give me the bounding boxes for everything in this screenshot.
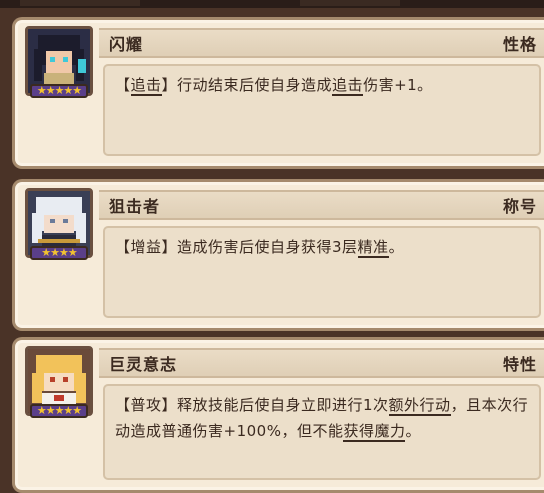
desc-text: 。 xyxy=(388,238,405,256)
desc-text: 【普攻】释放技能后使自身立即进行1次 xyxy=(115,396,389,414)
title-ribbon xyxy=(99,28,544,58)
trait-card-shining[interactable]: ★★★★★ 闪耀 性格 【追击】行动结束后使自身造成追击伤害+1。 xyxy=(12,17,544,169)
desc-text: 【增益】造成伤害后使自身获得3层 xyxy=(115,238,358,256)
trait-description: 【增益】造成伤害后使自身获得3层精准。 xyxy=(103,226,541,318)
keyword-link[interactable]: 追击 xyxy=(130,76,162,96)
desc-text: 】行动结束后使自身造成 xyxy=(161,76,333,94)
desc-text: 【 xyxy=(115,76,131,94)
desc-text: 伤害+1。 xyxy=(363,76,433,94)
top-strip-segment xyxy=(300,0,400,6)
keyword-link[interactable]: 额外行动 xyxy=(388,396,451,416)
keyword-link[interactable]: 精准 xyxy=(357,238,389,258)
keyword-link[interactable]: 获得魔力 xyxy=(343,422,406,442)
trait-name: 闪耀 xyxy=(109,35,144,54)
trait-category: 称号 xyxy=(502,197,537,216)
trait-category: 特性 xyxy=(502,355,537,374)
trait-card-sniper[interactable]: ★★★★ 狙击者 称号 【增益】造成伤害后使自身获得3层精准。 xyxy=(12,179,544,331)
keyword-link[interactable]: 追击 xyxy=(332,76,364,96)
trait-description: 【普攻】释放技能后使自身立即进行1次额外行动，且本次行动造成普通伤害+100%，… xyxy=(103,384,541,480)
top-strip-segment xyxy=(20,0,140,6)
top-strip xyxy=(0,0,544,8)
trait-card-giant-will[interactable]: ★★★★★ 巨灵意志 特性 【普攻】释放技能后使自身立即进行1次额外行动，且本次… xyxy=(12,337,544,493)
trait-name: 巨灵意志 xyxy=(109,355,178,374)
trait-description: 【追击】行动结束后使自身造成追击伤害+1。 xyxy=(103,64,541,156)
star-rating: ★★★★★ xyxy=(30,404,88,418)
desc-text: 。 xyxy=(405,422,421,440)
trait-category: 性格 xyxy=(502,35,537,54)
trait-name: 狙击者 xyxy=(109,197,161,216)
star-rating: ★★★★ xyxy=(30,246,88,260)
star-rating: ★★★★★ xyxy=(30,84,88,98)
title-ribbon xyxy=(99,190,544,220)
